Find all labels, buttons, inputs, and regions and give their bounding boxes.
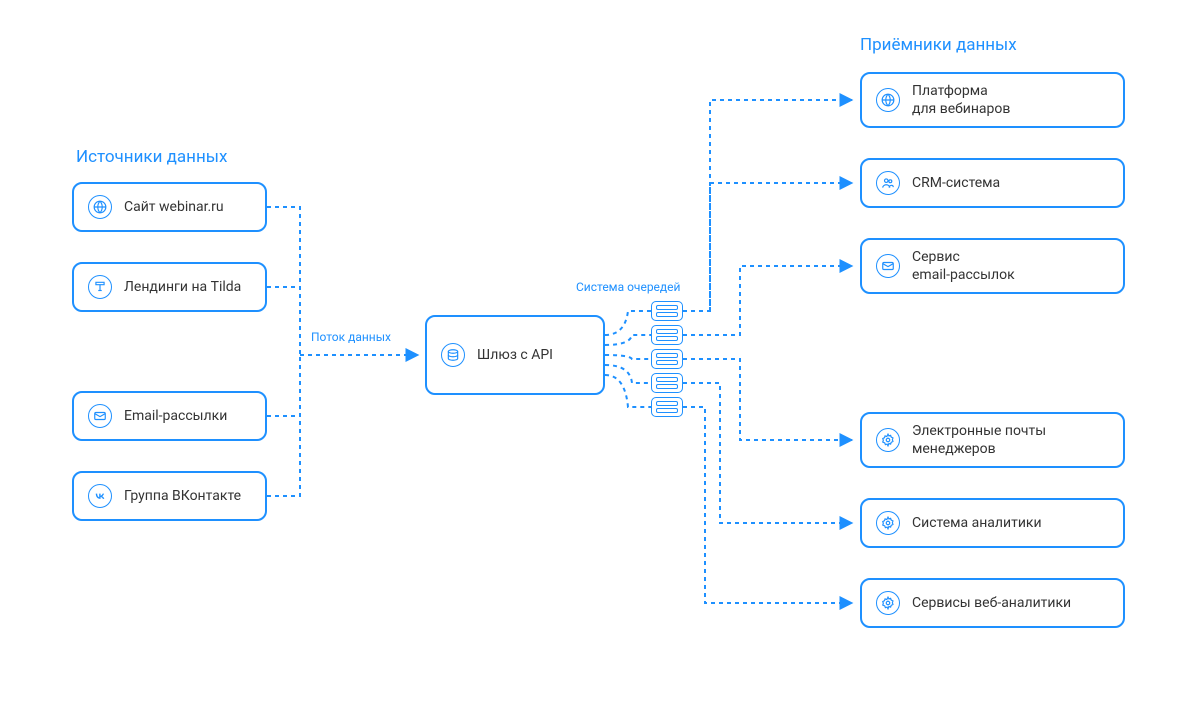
- queue-icon: [651, 397, 683, 417]
- source-node-webinar: Сайт webinar.ru: [72, 182, 267, 232]
- source-node-vk: Группа ВКонтакте: [72, 471, 267, 521]
- dest-node-analytics: Система аналитики: [860, 498, 1125, 548]
- sources-title: Источники данных: [76, 147, 227, 167]
- node-label: Сервисы веб-аналитики: [912, 594, 1071, 612]
- envelope-icon: [88, 404, 112, 428]
- node-label: Шлюз с API: [477, 346, 553, 364]
- destinations-title: Приёмники данных: [860, 35, 1017, 55]
- queue-icon: [651, 301, 683, 321]
- dest-node-email-service: Сервисemail-рассылок: [860, 238, 1125, 294]
- node-label: Лендинги на Tilda: [124, 278, 241, 296]
- flow-annotation: Поток данных: [311, 330, 391, 344]
- node-label: Сервисemail-рассылок: [912, 248, 1015, 284]
- gear-icon: [876, 428, 900, 452]
- dest-node-manager-emails: Электронные почтыменеджеров: [860, 412, 1125, 468]
- dest-node-web-analytics: Сервисы веб-аналитики: [860, 578, 1125, 628]
- tilda-icon: [88, 275, 112, 299]
- dest-node-webinar-platform: Платформадля вебинаров: [860, 72, 1125, 128]
- queue-annotation: Система очередей: [576, 280, 680, 294]
- envelope-icon: [876, 254, 900, 278]
- users-icon: [876, 171, 900, 195]
- gear-icon: [876, 591, 900, 615]
- globe-icon: [876, 88, 900, 112]
- queue-icon: [651, 349, 683, 369]
- gear-icon: [876, 511, 900, 535]
- node-label: Группа ВКонтакте: [124, 487, 241, 505]
- database-icon: [441, 343, 465, 367]
- queue-icon: [651, 325, 683, 345]
- globe-icon: [88, 195, 112, 219]
- node-label: Электронные почтыменеджеров: [912, 422, 1046, 458]
- node-label: CRM-система: [912, 174, 1000, 192]
- node-label: Платформадля вебинаров: [912, 82, 1010, 118]
- node-label: Email-рассылки: [124, 407, 227, 425]
- vk-icon: [88, 484, 112, 508]
- node-label: Система аналитики: [912, 514, 1042, 532]
- source-node-tilda: Лендинги на Tilda: [72, 262, 267, 312]
- queue-icon: [651, 373, 683, 393]
- source-node-email: Email-рассылки: [72, 391, 267, 441]
- node-label: Сайт webinar.ru: [124, 198, 224, 216]
- gateway-node: Шлюз с API: [425, 315, 605, 395]
- dest-node-crm: CRM-система: [860, 158, 1125, 208]
